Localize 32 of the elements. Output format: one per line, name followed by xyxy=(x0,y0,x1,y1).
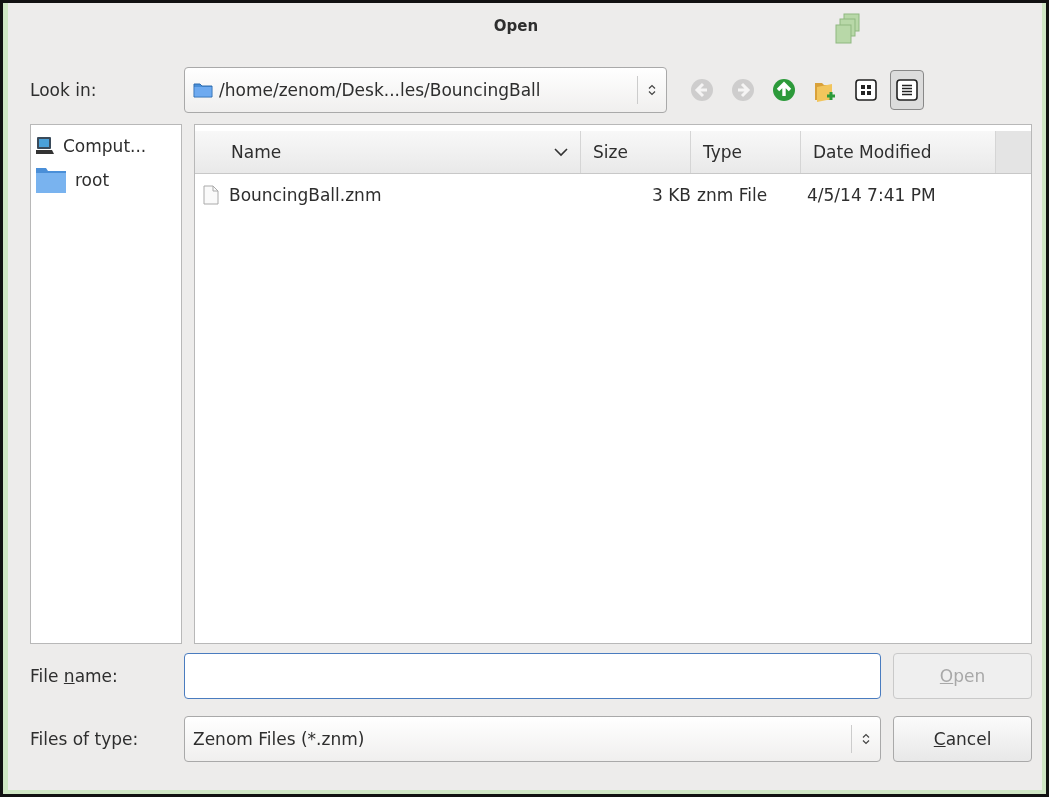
file-size: 3 KB xyxy=(651,185,691,205)
places-label: Comput... xyxy=(63,136,147,156)
file-name-field[interactable] xyxy=(184,652,882,699)
list-view-button[interactable] xyxy=(890,70,924,110)
file-type: znm File xyxy=(697,185,768,205)
list-icon xyxy=(896,79,918,101)
places-item[interactable]: root xyxy=(31,163,181,197)
file-name-label: File name: xyxy=(30,665,119,686)
folder-icon xyxy=(193,82,213,98)
computer-icon xyxy=(35,136,55,156)
chevron-down-icon xyxy=(554,147,568,157)
column-header[interactable]: Name xyxy=(195,131,581,173)
file-type-label: Files of type: xyxy=(30,728,140,749)
spinner-arrows-icon xyxy=(648,84,656,96)
spinner-arrows-icon xyxy=(862,732,871,745)
header-filler xyxy=(996,131,1031,173)
file-type-combo[interactable]: Zenom Files (*.znm) xyxy=(184,715,882,762)
file-name: BouncingBall.znm xyxy=(229,185,382,205)
document-icon xyxy=(203,185,219,205)
window-title: Open xyxy=(493,17,539,35)
file-row[interactable]: BouncingBall.znm 3 KB znm File 4/5/14 7:41 PM xyxy=(195,174,1031,216)
look-in-combo[interactable]: /home/zenom/Desk...les/BouncingBall xyxy=(184,67,667,113)
places-label: root xyxy=(75,170,110,190)
look-in-label: Look in: xyxy=(30,80,98,100)
windows-icon xyxy=(835,13,861,45)
column-header[interactable]: Size xyxy=(581,131,691,173)
column-header[interactable]: Type xyxy=(691,131,801,173)
file-date: 4/5/14 7:41 PM xyxy=(807,185,936,205)
grid-icon xyxy=(855,79,877,101)
cancel-button[interactable]: Cancel xyxy=(893,715,1032,762)
places-item[interactable]: Comput... xyxy=(31,129,181,163)
folder-icon xyxy=(35,166,67,194)
